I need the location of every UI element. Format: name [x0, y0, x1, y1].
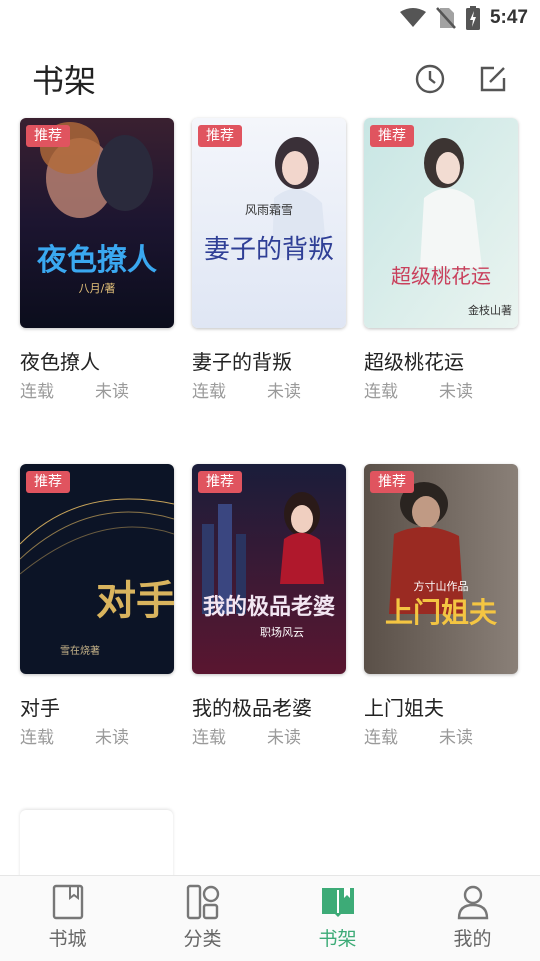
cover-art: 夜色撩人 八月/著	[20, 118, 174, 328]
no-sim-icon	[436, 7, 456, 29]
tab-bookshelf[interactable]: 书架	[270, 876, 405, 961]
page-title: 书架	[32, 62, 97, 100]
cover-author: 职场风云	[260, 625, 304, 639]
book-item[interactable]: 方寸山作品 上门姐夫 推荐 上门姐夫 连载 未读	[364, 464, 518, 748]
book-meta: 连载 未读	[192, 723, 346, 748]
book-cover[interactable]: 风雨霜雪 妻子的背叛 推荐	[192, 118, 346, 328]
book-title: 上门姐夫	[364, 696, 444, 720]
cover-title: 超级桃花运	[391, 264, 491, 288]
profile-icon	[457, 885, 488, 920]
bottom-tab-bar: 书城 分类 书架 我的	[0, 875, 540, 961]
recommend-badge: 推荐	[370, 471, 414, 493]
recommend-badge: 推荐	[26, 471, 70, 493]
status-time: 5:47	[489, 7, 528, 28]
cover-author: 雪在烧著	[60, 644, 100, 657]
tab-label: 我的	[453, 928, 492, 950]
history-icon	[415, 64, 445, 94]
book-cover[interactable]: 方寸山作品 上门姐夫 推荐	[364, 464, 518, 674]
battery-icon	[465, 6, 480, 30]
cover-title: 我的极品老婆	[203, 594, 335, 620]
add-book-card[interactable]	[20, 810, 173, 880]
cover-author: 八月/著	[79, 281, 116, 295]
history-button[interactable]	[413, 62, 447, 96]
book-status: 连载	[20, 382, 54, 402]
category-icon	[186, 884, 219, 920]
bookshelf-icon	[321, 888, 354, 917]
book-cover[interactable]: 超级桃花运 金枝山著 推荐	[364, 118, 518, 328]
wifi-icon	[399, 8, 426, 27]
book-title: 对手	[20, 696, 60, 720]
read-state: 未读	[439, 728, 473, 748]
cover-art: 方寸山作品 上门姐夫	[364, 464, 518, 674]
book-meta: 连载 未读	[364, 377, 518, 402]
recommend-badge: 推荐	[26, 125, 70, 147]
cover-art: 对手 雪在烧著	[20, 464, 174, 674]
read-state: 未读	[267, 382, 301, 402]
book-cover[interactable]: 对手 雪在烧著 推荐	[20, 464, 174, 674]
book-item[interactable]: 风雨霜雪 妻子的背叛 推荐 妻子的背叛 连载 未读	[192, 118, 346, 402]
edit-icon	[480, 66, 506, 92]
book-meta: 连载 未读	[20, 377, 174, 402]
book-item[interactable]: 对手 雪在烧著 推荐 对手 连载 未读	[20, 464, 174, 748]
cover-title: 夜色撩人	[36, 243, 157, 278]
cover-art: 风雨霜雪 妻子的背叛	[192, 118, 346, 328]
tab-label: 书架	[318, 928, 357, 950]
cover-art: 超级桃花运 金枝山著	[364, 118, 518, 328]
read-state: 未读	[439, 382, 473, 402]
page-header: 书架	[0, 50, 540, 110]
cover-art: 我的极品老婆 职场风云	[192, 464, 346, 674]
cover-author: 金枝山著	[468, 303, 512, 317]
tab-bookstore[interactable]: 书城	[0, 876, 135, 961]
cover-title: 上门姐夫	[385, 596, 498, 629]
book-item[interactable]: 夜色撩人 八月/著 推荐 夜色撩人 连载 未读	[20, 118, 174, 402]
edit-button[interactable]	[476, 62, 510, 96]
book-meta: 连载 未读	[192, 377, 346, 402]
recommend-badge: 推荐	[370, 125, 414, 147]
cover-author: 风雨霜雪	[245, 203, 293, 217]
cover-author: 方寸山作品	[414, 579, 469, 593]
book-meta: 连载 未读	[364, 723, 518, 748]
book-meta: 连载 未读	[20, 723, 174, 748]
book-status: 连载	[364, 728, 398, 748]
book-cover[interactable]: 我的极品老婆 职场风云 推荐	[192, 464, 346, 674]
book-status: 连载	[20, 728, 54, 748]
tab-category[interactable]: 分类	[135, 876, 270, 961]
cover-title: 对手	[96, 577, 174, 624]
cover-title: 妻子的背叛	[204, 235, 334, 265]
tab-label: 书城	[48, 928, 87, 950]
recommend-badge: 推荐	[198, 471, 242, 493]
bookstore-icon	[52, 884, 83, 920]
tab-label: 分类	[183, 928, 222, 950]
book-title: 超级桃花运	[364, 350, 464, 374]
book-item[interactable]: 我的极品老婆 职场风云 推荐 我的极品老婆 连载 未读	[192, 464, 346, 748]
read-state: 未读	[95, 728, 129, 748]
recommend-badge: 推荐	[198, 125, 242, 147]
book-cover[interactable]: 夜色撩人 八月/著 推荐	[20, 118, 174, 328]
book-title: 夜色撩人	[20, 350, 100, 374]
book-status: 连载	[192, 728, 226, 748]
book-status: 连载	[192, 382, 226, 402]
book-title: 妻子的背叛	[192, 350, 292, 374]
book-title: 我的极品老婆	[192, 696, 312, 720]
read-state: 未读	[95, 382, 129, 402]
status-bar: 5:47	[0, 0, 540, 36]
read-state: 未读	[267, 728, 301, 748]
book-status: 连载	[364, 382, 398, 402]
tab-profile[interactable]: 我的	[405, 876, 540, 961]
book-item[interactable]: 超级桃花运 金枝山著 推荐 超级桃花运 连载 未读	[364, 118, 518, 402]
